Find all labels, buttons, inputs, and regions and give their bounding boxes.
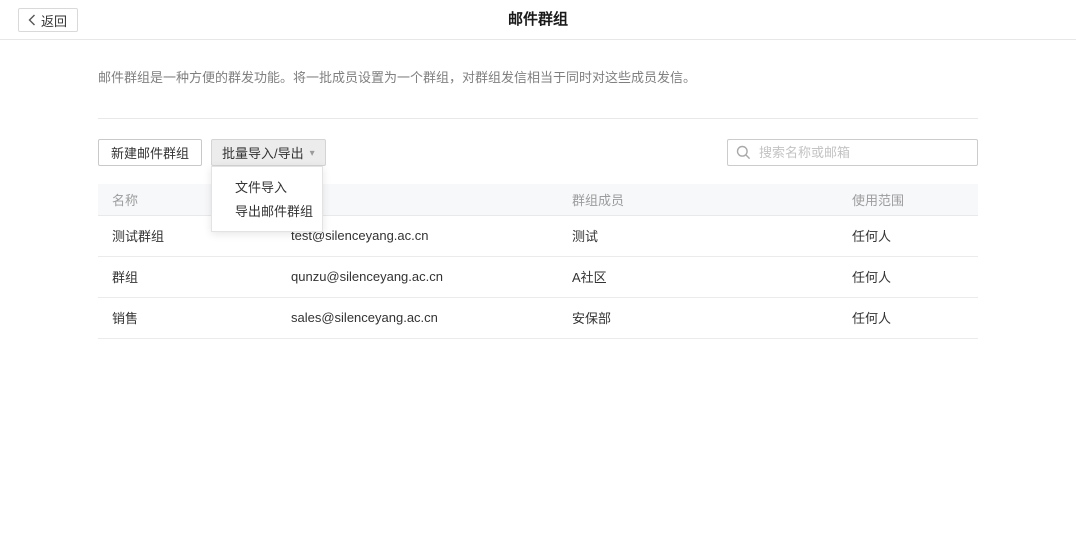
topbar: 返回 邮件群组 bbox=[0, 0, 1076, 40]
table-row[interactable]: 销售 sales@silenceyang.ac.cn 安保部 任何人 bbox=[98, 297, 978, 338]
cell-group-name: 群组 bbox=[98, 256, 277, 297]
batch-import-export-button[interactable]: 批量导入/导出 ▾ bbox=[211, 139, 326, 166]
back-label: 返回 bbox=[41, 11, 67, 30]
cell-group-name: 销售 bbox=[98, 297, 277, 338]
cell-group-members: A社区 bbox=[558, 256, 838, 297]
search-input[interactable] bbox=[727, 139, 978, 166]
description-text: 邮件群组是一种方便的群发功能。将一批成员设置为一个群组，对群组发信相当于同时对这… bbox=[98, 70, 978, 86]
toolbar: 新建邮件群组 批量导入/导出 ▾ 文件导入 导出邮件群组 bbox=[98, 139, 978, 166]
cell-group-scope: 任何人 bbox=[838, 256, 978, 297]
search-box bbox=[727, 139, 978, 166]
cell-group-scope: 任何人 bbox=[838, 297, 978, 338]
cell-group-email: qunzu@silenceyang.ac.cn bbox=[277, 256, 558, 297]
chevron-left-icon bbox=[28, 14, 36, 26]
back-button[interactable]: 返回 bbox=[18, 8, 78, 32]
batch-button-label: 批量导入/导出 bbox=[222, 143, 304, 162]
column-header-members: 群组成员 bbox=[558, 184, 838, 215]
dropdown-menu: 文件导入 导出邮件群组 bbox=[211, 166, 323, 232]
column-header-scope: 使用范围 bbox=[838, 184, 978, 215]
new-group-button[interactable]: 新建邮件群组 bbox=[98, 139, 202, 166]
chevron-down-icon: ▾ bbox=[310, 149, 315, 159]
cell-group-email: sales@silenceyang.ac.cn bbox=[277, 297, 558, 338]
dropdown-item-file-import[interactable]: 文件导入 bbox=[212, 176, 322, 200]
cell-group-members: 安保部 bbox=[558, 297, 838, 338]
batch-dropdown-wrapper: 批量导入/导出 ▾ 文件导入 导出邮件群组 bbox=[211, 139, 326, 166]
cell-group-members: 测试 bbox=[558, 215, 838, 256]
table-row[interactable]: 群组 qunzu@silenceyang.ac.cn A社区 任何人 bbox=[98, 256, 978, 297]
page-title: 邮件群组 bbox=[0, 0, 1076, 39]
dropdown-item-export-groups[interactable]: 导出邮件群组 bbox=[212, 200, 322, 224]
cell-group-scope: 任何人 bbox=[838, 215, 978, 256]
content-area: 邮件群组是一种方便的群发功能。将一批成员设置为一个群组，对群组发信相当于同时对这… bbox=[98, 40, 978, 339]
divider bbox=[98, 118, 978, 119]
